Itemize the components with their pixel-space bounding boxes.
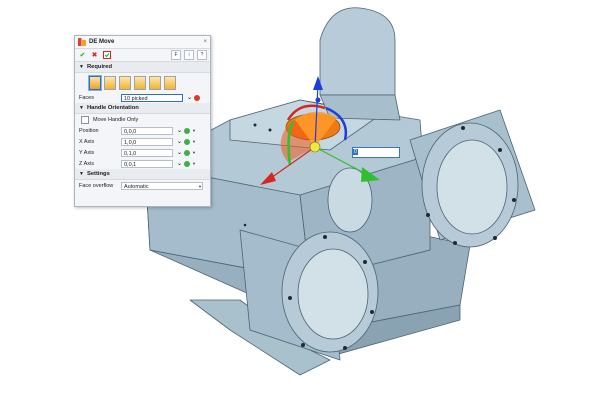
close-icon[interactable]: × <box>203 39 207 45</box>
cancel-icon[interactable]: ✖ <box>90 51 99 60</box>
z-axis-input[interactable]: 0,0,1 <box>121 159 173 168</box>
chevron-down-icon[interactable]: ⌄ <box>177 127 182 134</box>
faces-label: Faces <box>79 94 94 101</box>
move-dynamic-icon[interactable] <box>89 76 101 90</box>
dropdown-arrow-icon[interactable]: ▼ <box>192 150 196 155</box>
collapse-triangle-icon: ▼ <box>79 171 84 177</box>
dropdown-arrow-icon[interactable]: ▼ <box>192 128 196 133</box>
move-handle-only-label: Move Handle Only <box>93 116 139 123</box>
z-axis-row: Z Axis 0,0,1 ⌄ ▼ <box>75 158 210 169</box>
point-picker-icon[interactable] <box>184 127 191 134</box>
dialog-toolbar: ✔ ✖ F i ? <box>75 49 210 62</box>
direction-picker-icon[interactable] <box>184 160 191 167</box>
collapse-triangle-icon: ▼ <box>79 64 84 70</box>
move-handle-only-checkbox[interactable] <box>81 115 89 124</box>
move-type-options <box>75 73 210 92</box>
direction-picker-icon[interactable] <box>184 138 191 145</box>
z-axis-label: Z Axis <box>79 160 94 167</box>
y-axis-row: Y Axis 0,1,0 ⌄ ▼ <box>75 147 210 158</box>
face-overflow-label: Face overflow <box>79 182 114 189</box>
x-axis-row: X Axis 1,0,0 ⌄ ▼ <box>75 136 210 147</box>
section-required[interactable]: ▼ Required <box>75 62 210 73</box>
face-overflow-value: Automatic <box>124 183 149 190</box>
filter-button[interactable]: F <box>171 50 181 60</box>
move-align-icon[interactable] <box>134 76 146 90</box>
dialog-title: DE Move <box>89 39 115 45</box>
dialog-titlebar[interactable]: DE Move × <box>75 36 210 49</box>
direction-picker-icon[interactable] <box>184 149 191 156</box>
y-axis-input[interactable]: 0,1,0 <box>121 148 173 157</box>
apply-icon[interactable] <box>102 51 111 60</box>
move-along-direction-icon[interactable] <box>149 76 161 90</box>
help-icon[interactable]: ? <box>197 50 207 60</box>
face-overflow-select[interactable]: Automatic ▼ <box>121 181 203 190</box>
faces-input[interactable]: 10 picked <box>121 93 183 102</box>
pick-filter-icon[interactable] <box>194 94 201 101</box>
face-overflow-row: Face overflow Automatic ▼ <box>75 180 210 191</box>
value-readout-text: 0 <box>353 149 358 155</box>
collapse-triangle-icon: ▼ <box>79 105 84 111</box>
dropdown-arrow-icon[interactable]: ▼ <box>192 161 196 166</box>
section-settings-label: Settings <box>86 171 110 177</box>
section-required-label: Required <box>86 64 113 70</box>
position-input[interactable]: 0,0,0 <box>121 126 173 135</box>
section-handle-orientation-label: Handle Orientation <box>86 105 139 111</box>
x-axis-label: X Axis <box>79 138 95 145</box>
check-icon[interactable]: ✔ <box>78 51 87 60</box>
move-offset-icon[interactable] <box>164 76 176 90</box>
x-axis-input[interactable]: 1,0,0 <box>121 137 173 146</box>
chevron-down-icon[interactable]: ⌄ <box>177 149 182 156</box>
section-handle-orientation[interactable]: ▼ Handle Orientation <box>75 103 210 114</box>
dropdown-arrow-icon[interactable]: ▼ <box>198 183 202 189</box>
move-rotate-icon[interactable] <box>119 76 131 90</box>
info-icon[interactable]: i <box>184 50 194 60</box>
position-row: Position 0,0,0 ⌄ ▼ <box>75 125 210 136</box>
chevron-down-icon[interactable]: ⌄ <box>187 94 192 101</box>
de-move-dialog: DE Move × ✔ ✖ F i ? ▼ Required Faces 10 … <box>74 35 211 207</box>
faces-row: Faces 10 picked ⌄ <box>75 92 210 103</box>
value-readout-field[interactable]: 0 <box>352 147 400 158</box>
move-handle-only-row[interactable]: Move Handle Only <box>75 114 210 125</box>
app-logo-icon <box>78 38 86 46</box>
position-label: Position <box>79 127 99 134</box>
handle-origin[interactable] <box>309 141 321 153</box>
move-point-to-point-icon[interactable] <box>104 76 116 90</box>
chevron-down-icon[interactable]: ⌄ <box>177 160 182 167</box>
dropdown-arrow-icon[interactable]: ▼ <box>192 139 196 144</box>
section-settings[interactable]: ▼ Settings <box>75 169 210 180</box>
chevron-down-icon[interactable]: ⌄ <box>177 138 182 145</box>
y-axis-label: Y Axis <box>79 149 95 156</box>
